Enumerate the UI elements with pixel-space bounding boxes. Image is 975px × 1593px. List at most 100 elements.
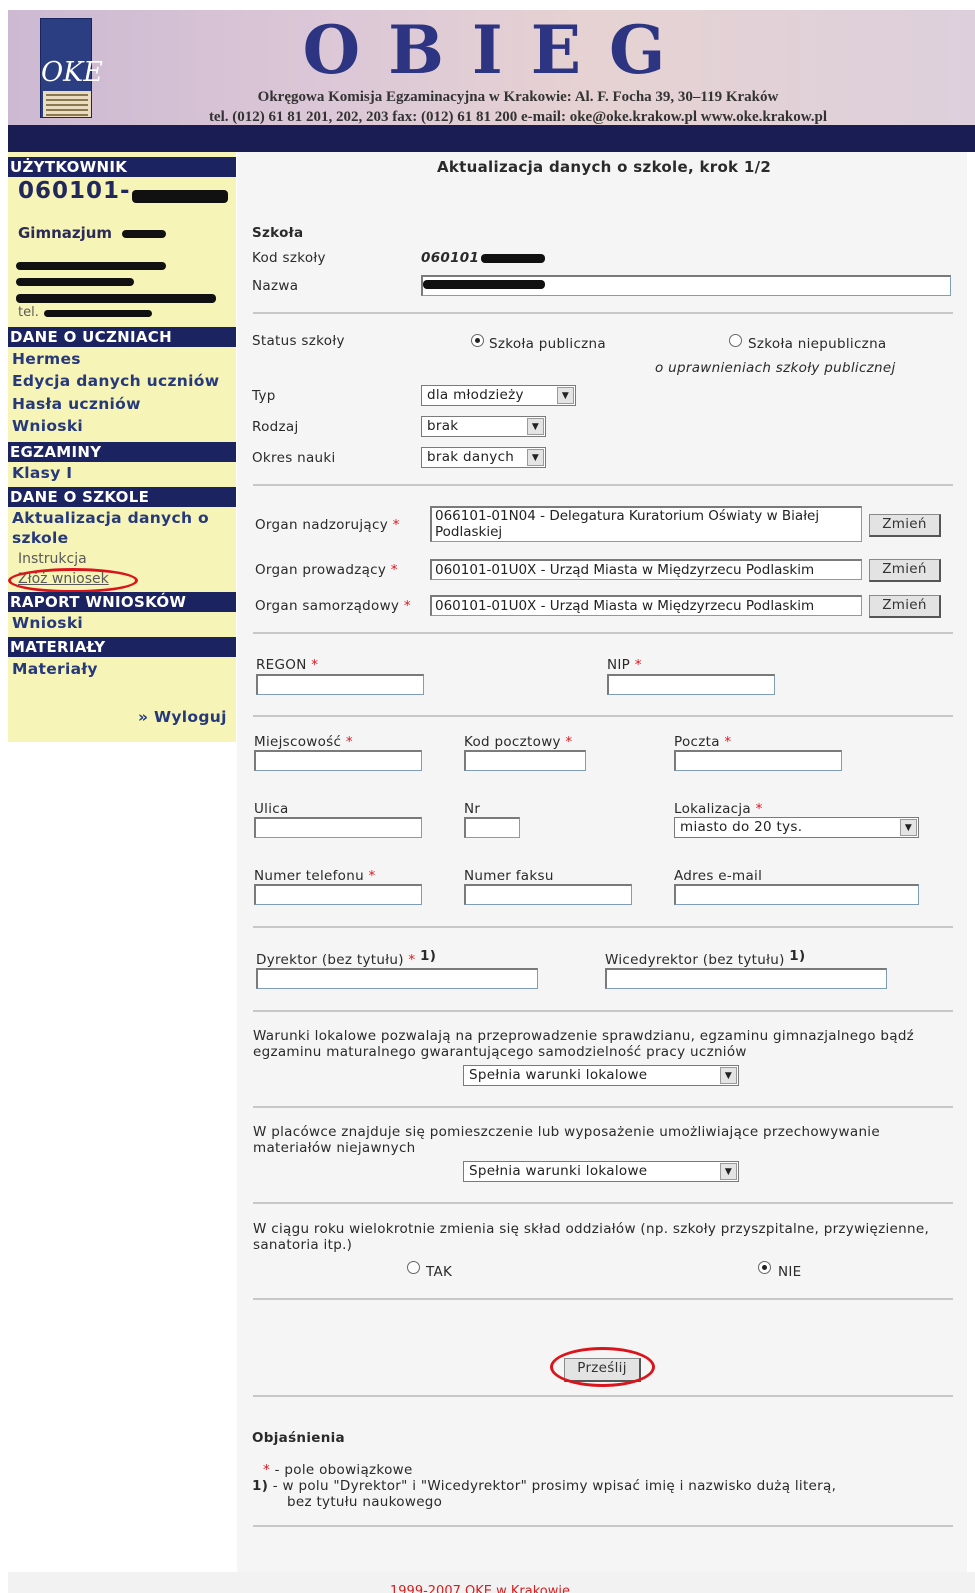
header-bar [8, 125, 975, 152]
lokalizacja-select[interactable]: miasto do 20 tys. ▼ [674, 817, 919, 838]
typ-select[interactable]: dla młodzieży ▼ [421, 385, 576, 406]
main-content: Aktualizacja danych o szkole, krok 1/2 S… [237, 152, 967, 1572]
organ-samorzadowy-field[interactable]: 060101-01U0X - Urząd Miasta w Międzyrzec… [430, 595, 862, 616]
section-materialy: MATERIAŁY [8, 637, 236, 657]
sidebar: UŻYTKOWNIK 060101- Gimnazjum tel. DANE O… [8, 152, 236, 742]
kod-szkoly-label: Kod szkoły [252, 250, 326, 266]
user-code: 060101- [18, 178, 131, 204]
nip-input[interactable] [607, 674, 775, 695]
nav-materialy[interactable]: Materiały [12, 660, 98, 678]
note-required: * - pole obowiązkowe [263, 1462, 413, 1478]
faks-label: Numer faksu [464, 868, 554, 884]
sklad-oddzialow-text: W ciągu roku wielokrotnie zmienia się sk… [253, 1221, 930, 1253]
telefon-input[interactable] [254, 884, 422, 905]
redaction-bar [481, 254, 545, 263]
zmien-prowadzacy-button[interactable]: Zmień [869, 559, 941, 582]
nav-aktualizacja-danych-cont[interactable]: szkole [12, 529, 68, 547]
organ-samorzadowy-label: Organ samorządowy * [255, 598, 411, 614]
section-egzaminy: EGZAMINY [8, 442, 236, 462]
okres-select[interactable]: brak danych ▼ [421, 447, 546, 468]
status-nonpublic-label: Szkoła niepubliczna [748, 336, 887, 352]
regon-label: REGON * [256, 657, 319, 673]
oke-logo: OKE [40, 18, 104, 118]
section-dane-o-uczniach: DANE O UCZNIACH [8, 327, 236, 347]
kod-szkoly-value: 060101 [421, 250, 480, 266]
redaction-bar [16, 262, 166, 270]
nazwa-label: Nazwa [252, 278, 299, 294]
kod-pocztowy-input[interactable] [464, 750, 586, 771]
redaction-bar [44, 310, 152, 317]
redaction-bar [132, 190, 228, 203]
nr-input[interactable] [464, 817, 520, 838]
regon-input[interactable] [256, 674, 424, 695]
warunki-lokalowe-text: Warunki lokalowe pozwalają na przeprowad… [253, 1028, 915, 1060]
section-raport-wnioskow: RAPORT WNIOSKÓW [8, 592, 236, 612]
kod-pocztowy-label: Kod pocztowy * [464, 734, 573, 750]
objasnienia-title: Objaśnienia [252, 1430, 345, 1446]
redaction-bar [423, 280, 545, 289]
typ-label: Typ [252, 388, 276, 404]
section-title-szkola: Szkoła [252, 225, 304, 241]
radio-nie[interactable] [758, 1261, 771, 1274]
wicedyrektor-label: Wicedyrektor (bez tytułu) 1) [605, 948, 806, 968]
redaction-bar [122, 230, 166, 238]
nie-label: NIE [778, 1264, 802, 1280]
lokalizacja-label: Lokalizacja * [674, 801, 763, 817]
status-public-label: Szkoła publiczna [489, 336, 606, 352]
dyrektor-input[interactable] [256, 968, 538, 989]
chevron-down-icon: ▼ [527, 418, 544, 435]
footer-copyright: 1999-2007 OKE w Krakowie [390, 1584, 570, 1593]
poczta-label: Poczta * [674, 734, 732, 750]
nav-aktualizacja-danych[interactable]: Aktualizacja danych o [12, 509, 209, 527]
redaction-bar [16, 278, 134, 286]
zmien-nadzorujacy-button[interactable]: Zmień [869, 514, 941, 537]
logo-text: OKE [41, 57, 104, 88]
organ-prowadzacy-field[interactable]: 060101-01U0X - Urząd Miasta w Międzyrzec… [430, 559, 862, 580]
nip-label: NIP * [607, 657, 642, 673]
nav-hermes[interactable]: Hermes [12, 350, 81, 368]
nav-wnioski-uczniow[interactable]: Wnioski [12, 417, 83, 435]
rodzaj-label: Rodzaj [252, 419, 299, 435]
wicedyrektor-input[interactable] [605, 968, 887, 989]
warunki-lokalowe-select[interactable]: Spełnia warunki lokalowe ▼ [463, 1065, 739, 1086]
radio-status-nonpublic[interactable] [729, 334, 742, 347]
organ-prowadzacy-label: Organ prowadzący * [255, 562, 398, 578]
rodzaj-select[interactable]: brak ▼ [421, 416, 546, 437]
nav-instrukcja[interactable]: Instrukcja [18, 551, 87, 567]
highlight-circle [8, 568, 138, 593]
sidebar-user-header: UŻYTKOWNIK [8, 157, 236, 177]
organ-nadzorujacy-label: Organ nadzorujący * [255, 517, 400, 533]
radio-tak[interactable] [407, 1261, 420, 1274]
okres-label: Okres nauki [252, 450, 336, 466]
miejscowosc-label: Miejscowość * [254, 734, 353, 750]
ulica-input[interactable] [254, 817, 422, 838]
nav-hasla-uczniow[interactable]: Hasła uczniów [12, 395, 141, 413]
chevron-down-icon: ▼ [720, 1163, 737, 1180]
highlight-circle [550, 1347, 655, 1387]
page-header: OKE OBIEG Okręgowa Komisja Egzaminacyjna… [8, 10, 975, 125]
nav-edycja-danych-uczniow[interactable]: Edycja danych uczniów [12, 372, 219, 390]
status-note: o uprawnieniach szkoły publicznej [655, 360, 896, 376]
email-input[interactable] [674, 884, 919, 905]
logout-link[interactable]: » Wyloguj [138, 708, 227, 726]
org-contact: tel. (012) 61 81 201, 202, 203 fax: (012… [208, 109, 828, 125]
faks-input[interactable] [464, 884, 632, 905]
miejscowosc-input[interactable] [254, 750, 422, 771]
redaction-bar [16, 294, 216, 303]
nav-raport-wnioski[interactable]: Wnioski [12, 614, 83, 632]
org-address: Okręgowa Komisja Egzaminacyjna w Krakowi… [257, 89, 779, 105]
poczta-input[interactable] [674, 750, 842, 771]
chevron-down-icon: ▼ [900, 819, 917, 836]
section-dane-o-szkole: DANE O SZKOLE [8, 487, 236, 507]
nav-klasy-i[interactable]: Klasy I [12, 464, 72, 482]
chevron-down-icon: ▼ [557, 387, 574, 404]
dyrektor-label: Dyrektor (bez tytułu) * 1) [256, 948, 437, 968]
organ-nadzorujacy-field[interactable]: 066101-01N04 - Delegatura Kuratorium Ośw… [430, 506, 862, 542]
email-label: Adres e-mail [674, 868, 763, 884]
przechowywanie-select[interactable]: Spełnia warunki lokalowe ▼ [463, 1161, 739, 1182]
zmien-samorzadowy-button[interactable]: Zmień [869, 595, 941, 618]
telefon-label: Numer telefonu * [254, 868, 376, 884]
school-short-name: Gimnazjum [18, 224, 113, 242]
ulica-label: Ulica [254, 801, 289, 817]
radio-status-public[interactable] [471, 334, 484, 347]
